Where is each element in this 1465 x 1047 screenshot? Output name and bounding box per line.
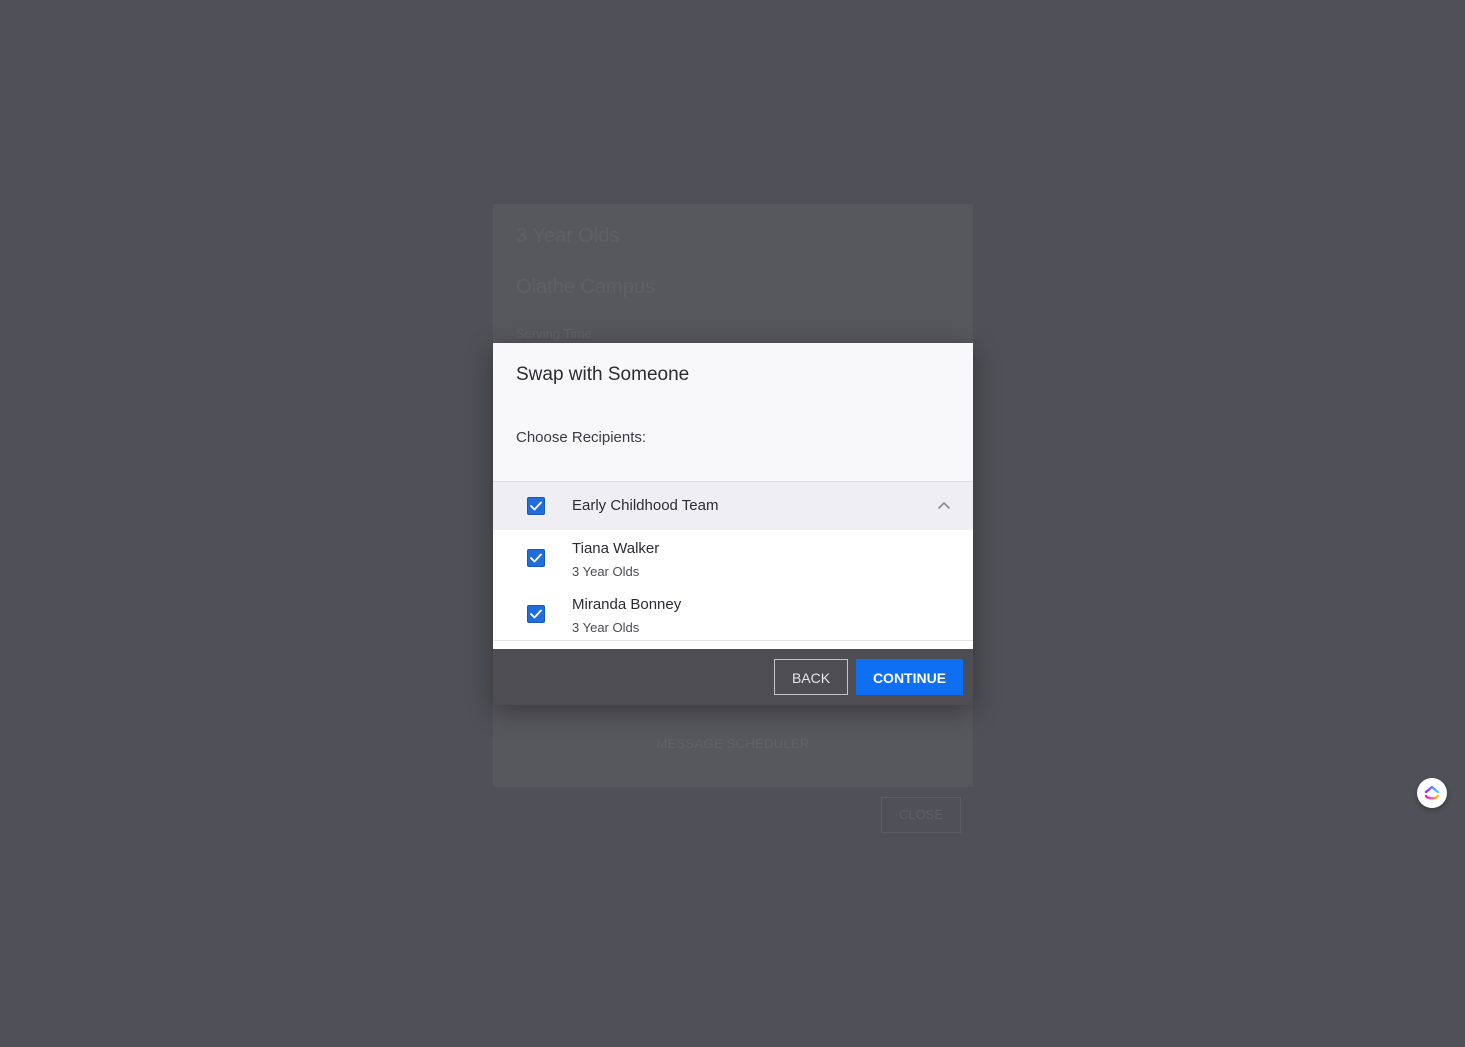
continue-button[interactable]: CONTINUE (856, 659, 963, 695)
recipient-name: Miranda Bonney (572, 596, 682, 613)
checkmark-icon (530, 553, 542, 563)
recipient-role: 3 Year Olds (572, 564, 640, 579)
recipient-checkbox-miranda-bonney[interactable] (527, 605, 545, 623)
recipient-list: Early Childhood Team Tiana Walker 3 Year… (493, 481, 973, 650)
list-item[interactable]: Tiana Walker 3 Year Olds (493, 540, 973, 596)
background-campus: Olathe Campus (516, 276, 655, 298)
checkmark-icon (530, 609, 542, 619)
list-item[interactable]: Miranda Bonney 3 Year Olds (493, 596, 973, 652)
dialog-footer: BACK CONTINUE (493, 649, 973, 705)
clickup-widget-button[interactable] (1417, 778, 1447, 808)
page: 3 Year Olds Olathe Campus Serving Time M… (0, 0, 1465, 1047)
list-divider (493, 640, 973, 641)
back-button[interactable]: BACK (774, 659, 848, 695)
checkmark-icon (530, 501, 542, 511)
recipient-checkbox-tiana-walker[interactable] (527, 549, 545, 567)
recipient-role: 3 Year Olds (572, 620, 640, 635)
swap-dialog: Swap with Someone Choose Recipients: Ear… (493, 343, 973, 705)
group-row-early-childhood-team[interactable]: Early Childhood Team (493, 482, 973, 530)
group-checkbox[interactable] (527, 497, 545, 515)
clickup-logo-icon (1424, 785, 1440, 800)
background-message-scheduler: MESSAGE SCHEDULER (656, 736, 810, 751)
background-serving-label: Serving Time (516, 326, 592, 341)
group-label: Early Childhood Team (572, 497, 719, 514)
choose-recipients-label: Choose Recipients: (516, 429, 647, 446)
dialog-title: Swap with Someone (516, 364, 690, 385)
background-close-button: CLOSE (881, 797, 961, 833)
background-title: 3 Year Olds (516, 225, 620, 247)
recipient-name: Tiana Walker (572, 540, 660, 557)
chevron-up-icon[interactable] (937, 500, 951, 510)
